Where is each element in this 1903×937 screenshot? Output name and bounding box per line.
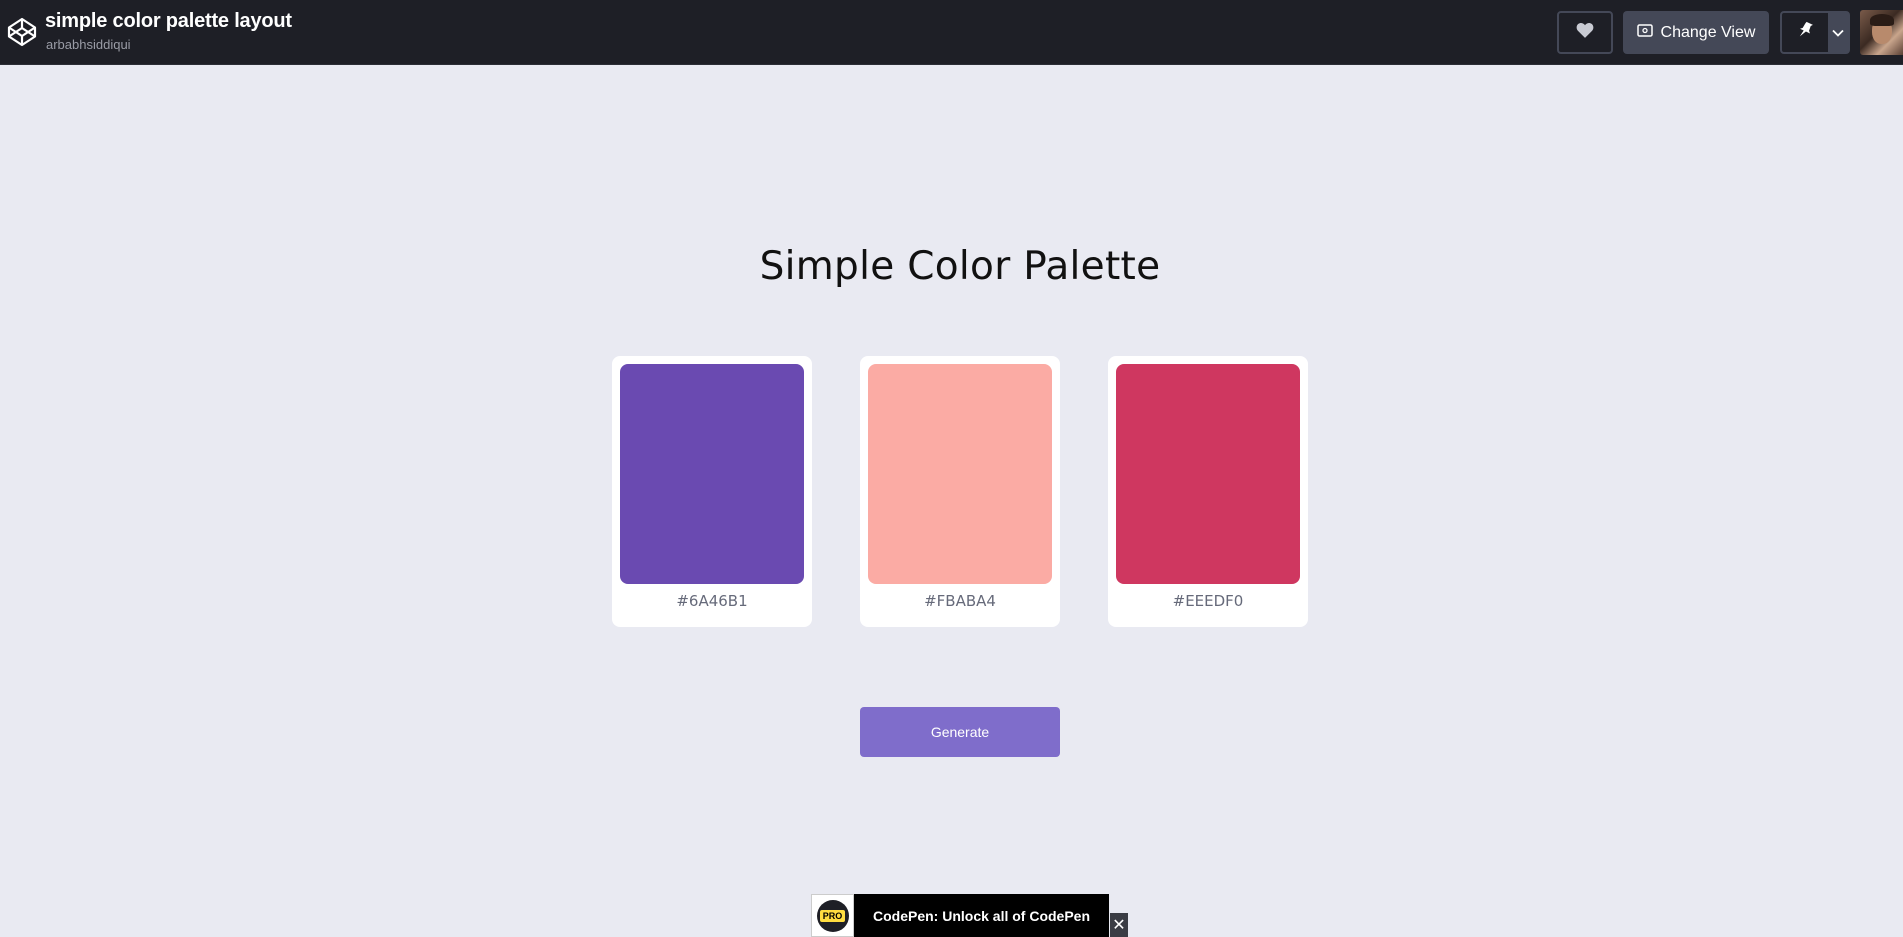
pen-title[interactable]: simple color palette layout [45,10,292,33]
pro-badge-text: PRO [819,909,846,922]
color-card[interactable]: #6A46B1 [612,356,812,627]
color-card[interactable]: #EEEDF0 [1108,356,1308,627]
codepen-logo-icon[interactable] [6,16,38,48]
change-view-button[interactable]: Change View [1623,11,1769,54]
pin-button-group [1780,11,1850,54]
like-button[interactable] [1557,11,1613,54]
color-hex-label: #FBABA4 [924,592,996,610]
top-bar: simple color palette layout arbabhsiddiq… [0,0,1903,65]
page-title: Simple Color Palette [759,244,1161,289]
view-icon [1636,23,1653,42]
color-hex-label: #6A46B1 [676,592,748,610]
color-swatch[interactable] [868,364,1052,584]
close-icon[interactable]: ✕ [1110,913,1128,937]
pin-button[interactable] [1782,13,1828,52]
color-card[interactable]: #FBABA4 [860,356,1060,627]
pro-banner-message[interactable]: CodePen: Unlock all of CodePen [854,894,1109,937]
color-swatch[interactable] [620,364,804,584]
pro-badge-icon: PRO [816,899,849,932]
user-avatar[interactable] [1860,10,1903,55]
pin-dropdown-button[interactable] [1828,13,1848,52]
heart-icon [1576,22,1594,43]
pin-icon [1797,21,1813,44]
chevron-down-icon [1832,24,1844,42]
color-swatch[interactable] [1116,364,1300,584]
change-view-label: Change View [1660,23,1756,41]
pro-banner[interactable]: PRO CodePen: Unlock all of CodePen [811,894,1109,937]
pro-badge-box: PRO [811,894,854,937]
color-hex-label: #EEEDF0 [1172,592,1244,610]
generate-button[interactable]: Generate [860,707,1060,757]
avatar-hair [1870,14,1894,26]
pen-author[interactable]: arbabhsiddiqui [46,37,131,52]
